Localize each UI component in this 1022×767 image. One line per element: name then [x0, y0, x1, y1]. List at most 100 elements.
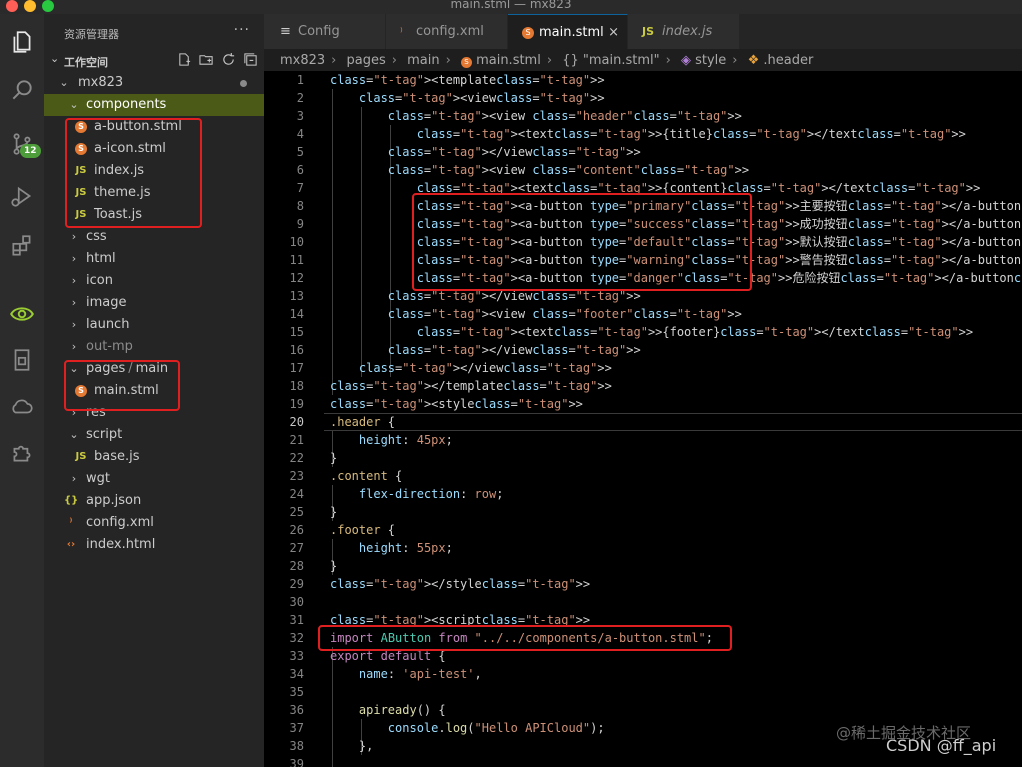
code-line[interactable]: 12 class="t-tag"><a-button type="danger"…: [264, 269, 1022, 287]
breadcrumb-item[interactable]: .header: [763, 53, 813, 68]
line-number: 31: [289, 613, 304, 627]
tree-file-a-icon-stml[interactable]: S a-icon.stml: [44, 138, 264, 160]
breadcrumb-item[interactable]: main: [407, 53, 439, 68]
code-line[interactable]: 19 class="t-tag"><styleclass="t-tag">>: [264, 395, 1022, 413]
chevron-right-icon: ›: [71, 472, 77, 485]
tree-file-index-html[interactable]: ‹› index.html: [44, 534, 264, 556]
breadcrumb-item[interactable]: {} "main.stml": [562, 53, 659, 68]
new-folder-icon[interactable]: [199, 52, 214, 71]
code-line[interactable]: 30: [264, 593, 1022, 611]
code-line[interactable]: 36 apiready() {: [264, 701, 1022, 719]
code-line[interactable]: 13 class="t-tag"></viewclass="t-tag">>: [264, 287, 1022, 305]
chevron-down-icon: ⌄: [50, 52, 60, 65]
workspace-header[interactable]: ⌄ 工作空间: [44, 52, 264, 70]
line-number: 36: [289, 703, 304, 717]
code-line[interactable]: 3 class="t-tag"><view class="header"clas…: [264, 107, 1022, 125]
chevron-right-icon: ›: [445, 53, 451, 68]
remote-explorer-icon[interactable]: [4, 342, 40, 378]
extensions-icon[interactable]: [4, 228, 40, 264]
tab-config-xml[interactable]: ⁾ config.xml: [386, 14, 508, 49]
close-icon[interactable]: ×: [608, 15, 619, 50]
tree-folder-script[interactable]: ⌄ script: [44, 424, 264, 446]
code-text: export default {: [330, 649, 446, 663]
code-line[interactable]: 31 class="t-tag"><scriptclass="t-tag">>: [264, 611, 1022, 629]
tree-folder-icon[interactable]: › icon: [44, 270, 264, 292]
code-text: name: 'api-test',: [358, 667, 482, 681]
tab-config[interactable]: ≡ Config: [264, 14, 386, 49]
tree-file-main-stml[interactable]: S main.stml: [44, 380, 264, 402]
code-line[interactable]: 9 class="t-tag"><a-button type="success"…: [264, 215, 1022, 233]
tab-index-js[interactable]: JS index.js: [628, 14, 740, 49]
code-line[interactable]: 34 name: 'api-test',: [264, 665, 1022, 683]
line-number: 3: [296, 109, 304, 123]
new-file-icon[interactable]: [177, 52, 192, 71]
tree-folder-wgt[interactable]: › wgt: [44, 468, 264, 490]
tree-folder-mx823[interactable]: ⌄ mx823: [44, 72, 264, 94]
source-control-icon[interactable]: 12: [4, 126, 41, 162]
code-line[interactable]: 22}: [264, 449, 1022, 467]
tree-file-index-js[interactable]: JS index.js: [44, 160, 264, 182]
tab-main-stml[interactable]: S main.stml ×: [508, 14, 628, 49]
code-line[interactable]: 14 class="t-tag"><view class="footer"cla…: [264, 305, 1022, 323]
collapse-all-icon[interactable]: [243, 52, 258, 71]
breadcrumb-item[interactable]: pages: [347, 53, 386, 68]
tree-folder-launch[interactable]: › launch: [44, 314, 264, 336]
tree-file-toast-js[interactable]: JS Toast.js: [44, 204, 264, 226]
more-actions-icon[interactable]: ···: [234, 22, 250, 38]
code-line[interactable]: 1 class="t-tag"><templateclass="t-tag">>: [264, 71, 1022, 89]
line-number: 27: [289, 541, 304, 555]
search-icon[interactable]: [4, 72, 40, 108]
tree-folder-out-mp[interactable]: › out-mp: [44, 336, 264, 358]
breadcrumb-item[interactable]: main.stml: [476, 53, 541, 68]
code-line[interactable]: 8 class="t-tag"><a-button type="primary"…: [264, 197, 1022, 215]
tree-file-theme-js[interactable]: JS theme.js: [44, 182, 264, 204]
code-line[interactable]: 32 import AButton from "../../components/…: [264, 629, 1022, 647]
code-line[interactable]: 29 class="t-tag"></styleclass="t-tag">>: [264, 575, 1022, 593]
code-line[interactable]: 23 .content {: [264, 467, 1022, 485]
code-line[interactable]: 39: [264, 755, 1022, 767]
code-line[interactable]: 24 flex-direction: row;: [264, 485, 1022, 503]
code-line[interactable]: 15 class="t-tag"><textclass="t-tag">>{fo…: [264, 323, 1022, 341]
code-line[interactable]: 5 class="t-tag"></viewclass="t-tag">>: [264, 143, 1022, 161]
tree-folder-pages-main[interactable]: ⌄ pages / main: [44, 358, 264, 380]
code-line[interactable]: 35: [264, 683, 1022, 701]
line-number: 37: [289, 721, 304, 735]
code-line[interactable]: 20 .header {: [264, 413, 1022, 431]
tree-file-base-js[interactable]: JS base.js: [44, 446, 264, 468]
tree-file-config-xml[interactable]: ⁾ config.xml: [44, 512, 264, 534]
code-line[interactable]: 6 class="t-tag"><view class="content"cla…: [264, 161, 1022, 179]
css-selector-icon: ❖: [747, 53, 760, 68]
run-debug-icon[interactable]: [4, 178, 40, 214]
code-line[interactable]: 21 height: 45px;: [264, 431, 1022, 449]
refresh-icon[interactable]: [221, 52, 236, 71]
tree-folder-html[interactable]: › html: [44, 248, 264, 270]
breadcrumb-item[interactable]: mx823: [280, 53, 325, 68]
code-line[interactable]: 7 class="t-tag"><textclass="t-tag">>{con…: [264, 179, 1022, 197]
eye-icon[interactable]: [4, 296, 40, 332]
code-line[interactable]: 27 height: 55px;: [264, 539, 1022, 557]
tree-folder-components[interactable]: ⌄ components: [44, 94, 264, 116]
tree-folder-image[interactable]: › image: [44, 292, 264, 314]
code-line[interactable]: 16 class="t-tag"></viewclass="t-tag">>: [264, 341, 1022, 359]
puzzle-icon[interactable]: [4, 434, 40, 470]
line-number: 16: [289, 343, 304, 357]
tree-file-a-button-stml[interactable]: S a-button.stml: [44, 116, 264, 138]
breadcrumb-item[interactable]: style: [695, 53, 726, 68]
code-line[interactable]: 28}: [264, 557, 1022, 575]
code-line[interactable]: 18 class="t-tag"></templateclass="t-tag">…: [264, 377, 1022, 395]
tree-folder-res[interactable]: › res: [44, 402, 264, 424]
cloud-icon[interactable]: [4, 388, 40, 424]
code-line[interactable]: 2 class="t-tag"><viewclass="t-tag">>: [264, 89, 1022, 107]
code-line[interactable]: 17 class="t-tag"></viewclass="t-tag">>: [264, 359, 1022, 377]
tree-file-app-json[interactable]: {} app.json: [44, 490, 264, 512]
code-line[interactable]: 25}: [264, 503, 1022, 521]
code-line[interactable]: 4 class="t-tag"><textclass="t-tag">>{tit…: [264, 125, 1022, 143]
files-icon[interactable]: [4, 24, 40, 60]
tree-folder-css[interactable]: › css: [44, 226, 264, 248]
code-editor[interactable]: 1 class="t-tag"><templateclass="t-tag">> 2…: [264, 71, 1022, 767]
code-line[interactable]: 26 .footer {: [264, 521, 1022, 539]
code-line[interactable]: 10 class="t-tag"><a-button type="default…: [264, 233, 1022, 251]
code-line[interactable]: 33 export default {: [264, 647, 1022, 665]
code-line[interactable]: 11 class="t-tag"><a-button type="warning…: [264, 251, 1022, 269]
line-number: 24: [289, 487, 304, 501]
